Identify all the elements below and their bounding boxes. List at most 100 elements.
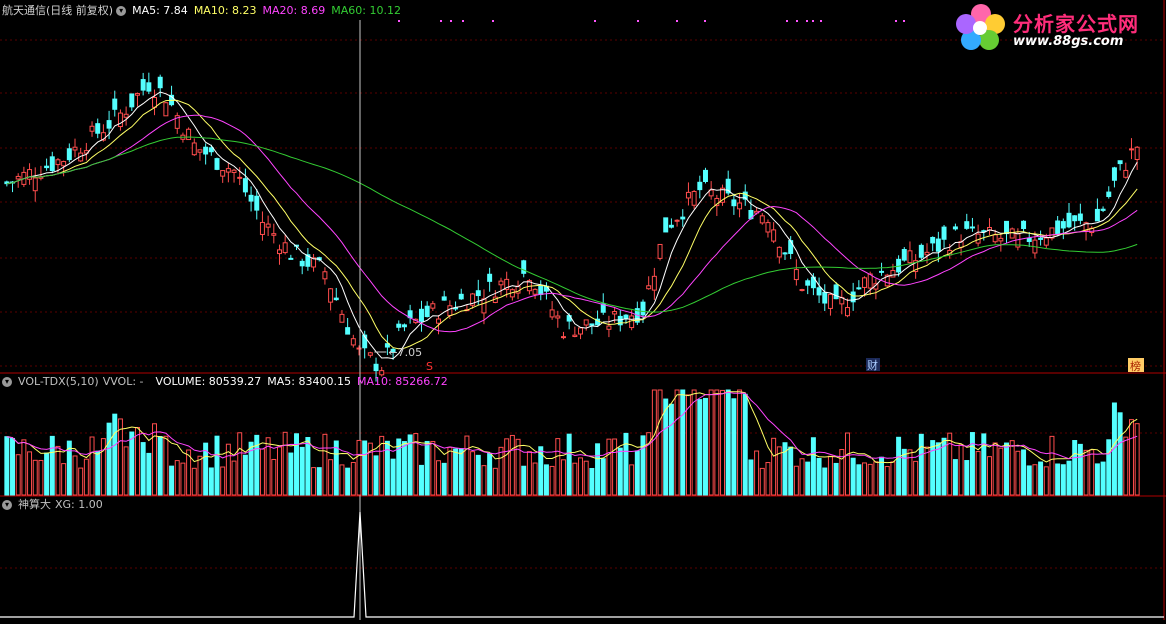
candle-body xyxy=(27,169,33,180)
volume-bar xyxy=(1009,440,1015,496)
volume-bar xyxy=(816,457,822,496)
candle-body xyxy=(333,297,339,301)
volume-bar xyxy=(799,458,805,496)
candle-body xyxy=(32,177,38,192)
volume-bar xyxy=(61,463,67,496)
candle-body xyxy=(759,215,765,224)
candle-body xyxy=(117,112,123,128)
volume-bar xyxy=(322,433,328,496)
candle-body xyxy=(447,305,453,316)
volume-bar xyxy=(49,435,55,496)
marker-s: S xyxy=(426,360,433,373)
indicator-panel-header: ▾ 神算大 XG: 1.00 xyxy=(2,498,109,512)
volume-bar xyxy=(328,459,334,496)
volume-bar xyxy=(174,460,180,496)
candle-body xyxy=(788,240,794,254)
volume-bar xyxy=(55,445,61,496)
volume-bar xyxy=(214,435,220,496)
candle-body xyxy=(345,327,351,335)
candle-body xyxy=(856,287,862,290)
dropdown-arrow-icon[interactable]: ▾ xyxy=(2,377,12,387)
volume-bar xyxy=(10,437,16,496)
volume-bar xyxy=(373,455,379,496)
volume-bar xyxy=(487,452,493,496)
volume-bar xyxy=(964,460,970,496)
signal-dot xyxy=(462,20,464,22)
signal-dot xyxy=(676,20,678,22)
signal-dot xyxy=(450,20,452,22)
volume-bar xyxy=(208,467,214,496)
dropdown-arrow-icon[interactable]: ▾ xyxy=(116,6,127,16)
candle-body xyxy=(231,169,237,173)
candle-body xyxy=(680,216,686,220)
volume-bar xyxy=(515,438,521,496)
candle-body xyxy=(237,176,243,179)
volume-bar xyxy=(697,399,703,496)
volume-bar xyxy=(441,462,447,496)
chart-canvas[interactable]: ←7.05 S 财 榜 xyxy=(0,0,1166,620)
volume-bar xyxy=(930,440,936,496)
volume-bar xyxy=(1055,463,1061,496)
candle-body xyxy=(1009,228,1015,239)
candle-body xyxy=(952,226,958,230)
candle-body xyxy=(606,325,612,330)
volume-bar xyxy=(793,465,799,496)
ma5-value: MA5: 7.84 xyxy=(132,4,188,17)
candle-body xyxy=(487,273,493,282)
volume-bar xyxy=(595,443,601,496)
candle-body xyxy=(969,226,975,229)
volume-bar xyxy=(583,460,589,496)
candle-body xyxy=(964,221,970,229)
volume-bar xyxy=(15,454,21,496)
candle-body xyxy=(685,191,691,199)
flower-logo-icon xyxy=(956,4,1005,50)
candle-body xyxy=(532,288,538,295)
ma60-value: MA60: 10.12 xyxy=(331,4,401,17)
volume-bar xyxy=(731,398,737,496)
candle-body xyxy=(1072,215,1078,222)
volume-bar xyxy=(674,389,680,496)
volume-bar xyxy=(1038,461,1044,496)
volume-bar xyxy=(418,464,424,496)
candle-body xyxy=(276,249,282,255)
candle-body xyxy=(816,287,822,296)
volume-bar xyxy=(38,459,44,496)
signal-dot xyxy=(796,20,798,22)
volume-bar xyxy=(742,393,748,496)
volume-bar xyxy=(424,440,430,496)
volume-bar xyxy=(657,389,663,496)
candle-body xyxy=(560,336,566,339)
volume-bar xyxy=(765,462,771,496)
volume-bar xyxy=(157,436,163,496)
volume-ma10-value: MA10: 85266.72 xyxy=(356,375,448,388)
volume-bar xyxy=(714,389,720,496)
volume-bar xyxy=(827,455,833,496)
price-panel-header: 航天通信(日线 前复权) ▾ MA5: 7.84 MA10: 8.23 MA20: 8.… xyxy=(2,4,407,18)
volume-bar xyxy=(72,455,78,496)
volume-bar xyxy=(737,389,743,496)
candle-body xyxy=(328,288,334,303)
volume-bar xyxy=(305,437,311,496)
candle-body xyxy=(1134,146,1140,160)
candle-body xyxy=(254,195,260,211)
candle-body xyxy=(299,260,305,267)
volume-bar xyxy=(702,397,708,496)
candle-body xyxy=(1117,160,1123,165)
candle-body xyxy=(106,120,112,129)
volume-bar xyxy=(981,433,987,496)
signal-dot xyxy=(812,20,814,22)
volume-bar xyxy=(134,426,140,496)
volume-bar xyxy=(691,389,697,496)
volume-bar xyxy=(1043,466,1049,496)
volume-bar xyxy=(1049,435,1055,496)
candle-body xyxy=(49,156,55,172)
volume-bar xyxy=(788,446,794,496)
volume-bar xyxy=(475,454,481,496)
volume-bar xyxy=(1089,449,1095,496)
candle-body xyxy=(771,229,777,242)
candle-body xyxy=(1111,167,1117,181)
candle-body xyxy=(112,98,118,110)
dropdown-arrow-icon[interactable]: ▾ xyxy=(2,500,12,510)
candle-body xyxy=(66,148,72,161)
volume-bar xyxy=(44,452,50,496)
